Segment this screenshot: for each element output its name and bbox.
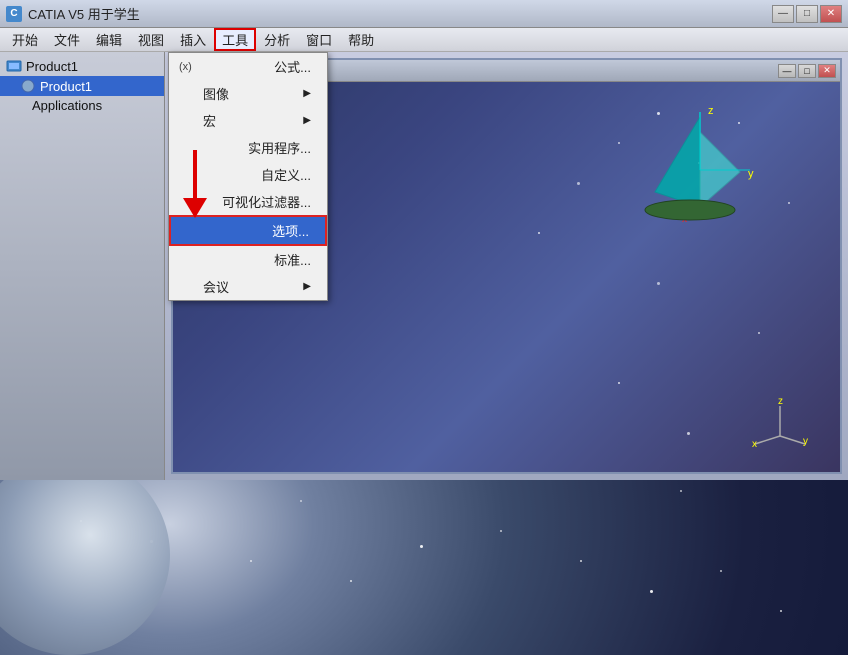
app-icon: C [6, 6, 22, 22]
svg-text:y: y [803, 436, 808, 447]
left-panel: Product1 Product1 Applications [0, 52, 165, 480]
tree-applications-label: Applications [32, 98, 102, 113]
menu-vizfilter-item[interactable]: 可视化过滤器... [169, 188, 327, 215]
title-bar: C CATIA V5 用于学生 — □ ✕ [0, 0, 848, 28]
menu-conference-item[interactable]: 会议 ▶ [169, 273, 327, 300]
menu-tools[interactable]: 工具 [214, 28, 256, 51]
svg-text:z: z [778, 396, 783, 407]
options-label: 选项... [272, 221, 309, 240]
svg-text:z: z [708, 105, 714, 117]
image-submenu-arrow: ▶ [303, 88, 311, 99]
menu-macro-item[interactable]: 宏 ▶ [169, 107, 327, 134]
menu-utilities-item[interactable]: 实用程序... [169, 134, 327, 161]
menu-file[interactable]: 文件 [46, 28, 88, 51]
main-app-window: C CATIA V5 用于学生 — □ ✕ 开始 文件 编辑 视图 插入 工具 … [0, 0, 848, 480]
menu-options-item[interactable]: 选项... [169, 215, 327, 246]
minimize-button[interactable]: — [772, 5, 794, 23]
inner-window-controls: — □ ✕ [778, 64, 836, 78]
maximize-button[interactable]: □ [796, 5, 818, 23]
menu-edit[interactable]: 编辑 [88, 28, 130, 51]
tree-root-icon [6, 58, 22, 74]
inner-maximize-btn[interactable]: □ [798, 64, 816, 78]
formula-icon: (x) [179, 61, 195, 73]
conference-label: 会议 [203, 277, 229, 296]
menu-bar: 开始 文件 编辑 视图 插入 工具 分析 窗口 帮助 [0, 28, 848, 52]
tree-root-label: Product1 [26, 59, 78, 74]
tools-dropdown-menu: (x) 公式... 图像 ▶ 宏 ▶ 实用程序... 自定义... 可视化过滤器… [168, 52, 328, 301]
window-controls: — □ ✕ [772, 5, 842, 23]
tree-applications-item[interactable]: Applications [0, 96, 164, 115]
menu-analyze[interactable]: 分析 [256, 28, 298, 51]
inner-close-btn[interactable]: ✕ [818, 64, 836, 78]
conference-submenu-arrow: ▶ [303, 281, 311, 292]
svg-text:x: x [752, 439, 757, 449]
coordinate-axes: z y x [750, 394, 810, 452]
macro-submenu-arrow: ▶ [303, 115, 311, 126]
inner-minimize-btn[interactable]: — [778, 64, 796, 78]
menu-standards-item[interactable]: 标准... [169, 246, 327, 273]
close-button[interactable]: ✕ [820, 5, 842, 23]
tree-product-item[interactable]: Product1 [0, 76, 164, 96]
tree-product-icon [20, 78, 36, 94]
app-body: Product1 Product1 Applications Product1 … [0, 52, 848, 480]
tree-product-label: Product1 [40, 79, 92, 94]
macro-label: 宏 [203, 111, 216, 130]
menu-view[interactable]: 视图 [130, 28, 172, 51]
menu-start[interactable]: 开始 [4, 28, 46, 51]
menu-window[interactable]: 窗口 [298, 28, 340, 51]
menu-help[interactable]: 帮助 [340, 28, 382, 51]
standards-label: 标准... [274, 250, 311, 269]
vizfilter-label: 可视化过滤器... [222, 192, 311, 211]
formula-label: 公式... [274, 57, 311, 76]
sailboat-3d-model: z y x [640, 102, 760, 255]
menu-insert[interactable]: 插入 [172, 28, 214, 51]
menu-customize-item[interactable]: 自定义... [169, 161, 327, 188]
menu-image-item[interactable]: 图像 ▶ [169, 80, 327, 107]
image-label: 图像 [203, 84, 229, 103]
menu-formula-item[interactable]: (x) 公式... [169, 53, 327, 80]
app-title: CATIA V5 用于学生 [28, 4, 772, 23]
tree-root-item[interactable]: Product1 [0, 56, 164, 76]
utilities-label: 实用程序... [248, 138, 311, 157]
customize-label: 自定义... [261, 165, 311, 184]
